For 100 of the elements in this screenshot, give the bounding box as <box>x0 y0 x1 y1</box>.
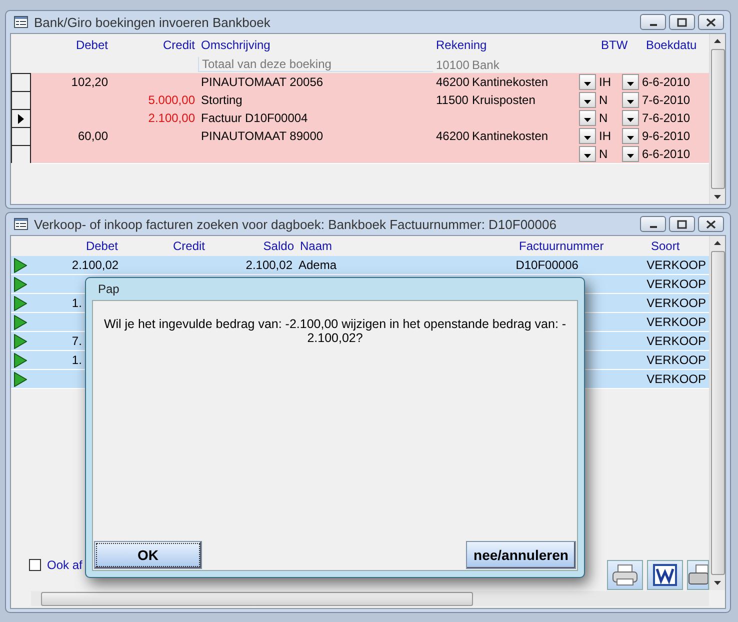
minimize-button[interactable] <box>640 216 666 232</box>
table-cell-text: D10F00006 <box>514 258 580 272</box>
ok-button[interactable]: OK <box>94 541 202 569</box>
table-cell-text: PINAUTOMAAT 89000 <box>200 128 324 142</box>
close-icon <box>706 18 716 26</box>
table-cell-text: 5.000,00 <box>147 92 196 106</box>
row-selector[interactable] <box>11 145 31 163</box>
close-button[interactable] <box>698 216 724 232</box>
scroll-up-icon <box>714 241 721 245</box>
dropdown-button[interactable] <box>579 146 596 162</box>
document-w-icon <box>653 564 677 586</box>
row-selector[interactable] <box>11 127 31 145</box>
table-cell-text: VERKOOP <box>646 353 707 367</box>
table-cell-text: VERKOOP <box>646 315 707 329</box>
maximize-button[interactable] <box>669 14 695 30</box>
column-header: Credit <box>172 239 206 253</box>
table-cell-text: 6-6-2010 <box>641 74 692 88</box>
table-cell-text: 11500 <box>435 92 469 106</box>
column-header: Soort <box>650 239 681 253</box>
row-selector[interactable] <box>11 91 31 109</box>
table-cell-text: Factuur D10F00004 <box>200 110 309 124</box>
play-icon[interactable] <box>14 276 27 292</box>
scroll-down-icon <box>714 581 721 585</box>
dropdown-button[interactable] <box>622 110 639 126</box>
dropdown-button[interactable] <box>622 128 639 144</box>
caret-icon <box>627 82 634 86</box>
close-icon <box>706 220 716 228</box>
play-icon[interactable] <box>14 296 27 310</box>
table-cell-text: N <box>598 92 609 106</box>
table-cell-text: VERKOOP <box>646 372 707 386</box>
table-cell-text: IH <box>598 128 612 142</box>
minimize-icon <box>650 226 656 228</box>
caret-icon <box>584 136 591 140</box>
column-header: Factuurnummer <box>518 239 605 253</box>
dropdown-button[interactable] <box>622 92 639 108</box>
minimize-button[interactable] <box>640 14 666 30</box>
caret-icon <box>584 118 591 122</box>
close-button[interactable] <box>698 14 724 30</box>
caret-icon <box>627 136 634 140</box>
column-header: BTW <box>600 38 629 52</box>
row-selector[interactable] <box>11 73 31 91</box>
table-cell-text: 7. <box>70 334 83 348</box>
vertical-scrollbar[interactable] <box>709 34 725 204</box>
column-header: Debet <box>74 38 109 52</box>
caret-icon <box>584 82 591 86</box>
table-cell-text: 2.100,02 <box>70 258 120 272</box>
window-title: Verkoop- of inkoop facturen zoeken voor dagboek: Bankboek Factuurnummer: D10F00006 <box>34 216 558 232</box>
dropdown-button[interactable] <box>579 110 596 126</box>
table-cell-text: VERKOOP <box>646 334 707 348</box>
table-cell-text: 60,00 <box>76 128 109 142</box>
printer-button[interactable] <box>607 560 643 590</box>
play-icon[interactable] <box>14 352 27 368</box>
column-header: Credit <box>162 38 196 52</box>
maximize-icon <box>677 220 687 228</box>
play-icon[interactable] <box>14 334 27 348</box>
dialog-message: Wil je het ingevulde bedrag van: -2.100,00 wijzigen in het openstande bedrag van: - 2.100,02? <box>102 317 568 345</box>
table-cell-text: IH <box>598 74 612 88</box>
table-cell-text: PINAUTOMAAT 20056 <box>200 74 324 88</box>
table-cell-text: 7-6-2010 <box>641 110 692 124</box>
play-icon[interactable] <box>14 314 27 330</box>
column-header: Omschrijving <box>200 38 272 52</box>
maximize-button[interactable] <box>669 216 695 232</box>
dropdown-button[interactable] <box>579 74 596 90</box>
table-cell-text: VERKOOP <box>646 258 707 272</box>
table-cell-text: Bank <box>471 58 500 72</box>
table-cell-text: 9-6-2010 <box>641 128 692 142</box>
caret-icon <box>584 100 591 104</box>
table-cell-text: 46200 <box>435 74 469 88</box>
window-icon <box>14 218 28 230</box>
table-cell-text: VERKOOP <box>646 277 707 291</box>
table-cell-text: 46200 <box>435 128 469 142</box>
table-cell-text: N <box>598 110 609 124</box>
column-header: Boekdatu <box>645 38 698 52</box>
checkbox-label: Ook af <box>47 558 82 572</box>
cancel-button[interactable]: nee/annuleren <box>466 541 576 569</box>
minimize-icon <box>650 24 656 26</box>
dropdown-button[interactable] <box>622 146 639 162</box>
horizontal-scrollbar[interactable] <box>31 591 709 606</box>
play-icon[interactable] <box>14 258 27 272</box>
checkbox[interactable] <box>29 559 41 571</box>
column-header: Naam <box>299 239 334 253</box>
table-cell-text: 2.100,02 <box>244 258 294 272</box>
dropdown-button[interactable] <box>622 74 639 90</box>
word-button[interactable] <box>647 560 683 590</box>
table-cell-text: 102,20 <box>70 74 109 88</box>
dropdown-button[interactable] <box>579 128 596 144</box>
fax-button[interactable] <box>687 560 709 590</box>
table-cell-text: Kantinekosten <box>471 128 550 142</box>
row-selector[interactable] <box>11 109 31 127</box>
table-cell-text: 6-6-2010 <box>641 146 692 160</box>
dialog-title: Pap <box>97 281 120 298</box>
printer-icon <box>611 564 639 586</box>
table-cell-text: Adema <box>298 258 338 272</box>
dropdown-button[interactable] <box>579 92 596 108</box>
table-cell-text: 2.100,00 <box>147 110 196 124</box>
table-cell-text: Kantinekosten <box>471 74 550 88</box>
vertical-scrollbar[interactable] <box>709 236 725 590</box>
window-title: Bank/Giro boekingen invoeren Bankboek <box>34 14 272 30</box>
play-icon[interactable] <box>14 372 27 386</box>
table-cell-text: Kruisposten <box>471 92 536 106</box>
